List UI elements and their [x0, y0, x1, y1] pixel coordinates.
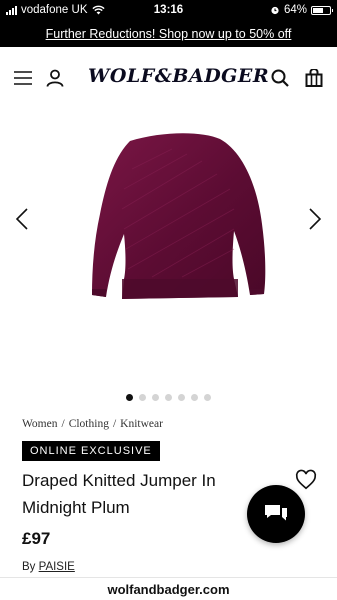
- battery-percent: 64%: [283, 4, 307, 16]
- gallery-dot[interactable]: [165, 394, 172, 401]
- chat-icon: [265, 505, 287, 521]
- product-image[interactable]: [62, 129, 276, 309]
- product-price: £97: [22, 529, 51, 548]
- account-icon[interactable]: [44, 67, 66, 89]
- site-header: WOLF&BADGER: [0, 47, 337, 109]
- alarm-icon: [271, 6, 279, 15]
- product-title: Draped Knitted Jumper In Midnight Plum: [22, 471, 216, 517]
- breadcrumb: Women / Clothing / Knitwear: [22, 418, 163, 430]
- promo-banner[interactable]: Further Reductions! Shop now up to 50% o…: [0, 20, 337, 47]
- breadcrumb-separator: /: [61, 418, 65, 430]
- chevron-left-icon[interactable]: [12, 205, 32, 233]
- browser-url[interactable]: wolfandbadger.com: [0, 577, 337, 600]
- online-exclusive-badge: ONLINE EXCLUSIVE: [22, 441, 160, 461]
- brand-link[interactable]: PAISIE: [39, 561, 75, 573]
- wifi-icon: [91, 5, 105, 15]
- gallery-dot[interactable]: [126, 394, 133, 401]
- search-icon[interactable]: [269, 67, 291, 89]
- menu-icon[interactable]: [12, 67, 34, 89]
- battery-fill: [313, 7, 324, 13]
- chevron-right-icon[interactable]: [305, 205, 325, 233]
- gallery-pagination[interactable]: [0, 394, 337, 401]
- breadcrumb-item-knitwear[interactable]: Knitwear: [120, 418, 163, 430]
- battery-icon: [311, 5, 333, 15]
- signal-icon: [6, 5, 17, 15]
- gallery-dot[interactable]: [139, 394, 146, 401]
- gallery-dot[interactable]: [152, 394, 159, 401]
- brand-line: By PAISIE: [22, 561, 75, 573]
- brand-by-label: By: [22, 561, 36, 573]
- site-logo[interactable]: WOLF&BADGER: [88, 65, 269, 87]
- breadcrumb-item-women[interactable]: Women: [22, 418, 57, 430]
- heart-icon[interactable]: [295, 469, 317, 491]
- product-gallery[interactable]: [0, 109, 337, 389]
- bag-icon[interactable]: [303, 67, 325, 89]
- gallery-dot[interactable]: [178, 394, 185, 401]
- carrier-label: vodafone UK: [21, 4, 88, 16]
- gallery-dot[interactable]: [191, 394, 198, 401]
- status-right: 64%: [270, 4, 333, 16]
- breadcrumb-separator: /: [112, 418, 117, 430]
- status-left: vodafone UK: [6, 4, 126, 16]
- breadcrumb-item-clothing[interactable]: Clothing: [69, 418, 109, 430]
- gallery-dot[interactable]: [204, 394, 211, 401]
- status-bar: vodafone UK 13:16 64%: [0, 0, 337, 20]
- chat-button[interactable]: [247, 485, 305, 543]
